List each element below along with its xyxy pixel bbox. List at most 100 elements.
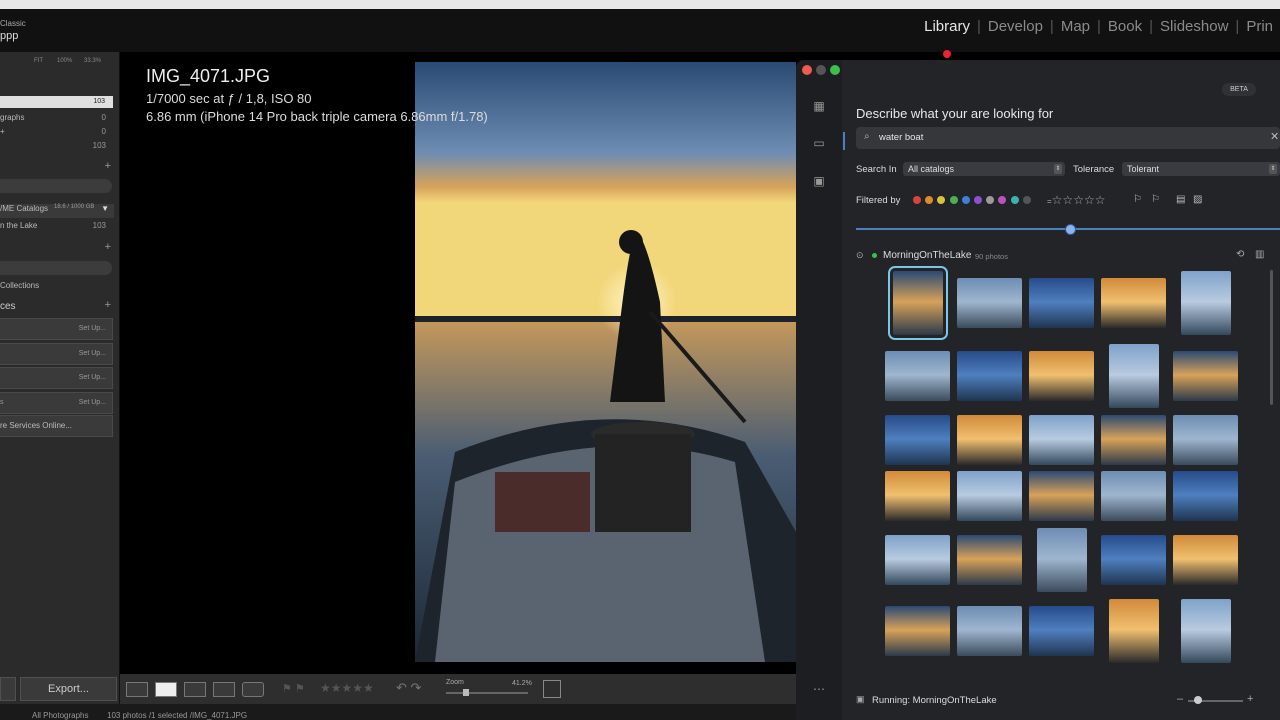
search-input[interactable]: ⌕ water boat ✕ (856, 127, 1280, 149)
result-thumbnail[interactable] (885, 606, 950, 656)
image-search-icon[interactable]: ▣ (812, 174, 826, 188)
filmstrip-source[interactable]: All Photographs (32, 711, 88, 720)
result-thumbnail[interactable] (1173, 471, 1238, 521)
result-thumbnail[interactable] (1101, 535, 1166, 585)
result-thumbnail[interactable] (885, 535, 950, 585)
folder-item[interactable]: n the Lake 103 (0, 221, 114, 230)
module-print[interactable]: Prin (1239, 18, 1280, 35)
image-type-icon[interactable]: ▨ (1193, 194, 1202, 205)
result-thumbnail[interactable] (957, 415, 1022, 465)
catalog-row[interactable]: +0 (0, 127, 114, 136)
folder-volume[interactable]: /ME Catalogs 18.6 / 1000 GB ▼ (0, 204, 114, 218)
zoom-fit[interactable]: FIT (34, 58, 43, 64)
result-thumbnail[interactable] (888, 266, 948, 340)
collapse-icon[interactable]: ⊙ (856, 250, 864, 261)
result-thumbnail[interactable] (957, 278, 1022, 328)
rotate-icons[interactable]: ↶ ↷ (396, 680, 421, 696)
thumb-size-thumb[interactable] (1194, 696, 1202, 704)
result-thumbnail[interactable] (1173, 415, 1238, 465)
rating-filter[interactable]: =☆☆☆☆☆ (1047, 193, 1105, 207)
result-thumbnail[interactable] (1029, 278, 1094, 328)
color-label-dot[interactable] (913, 196, 921, 204)
window-close-button[interactable] (802, 65, 812, 75)
result-thumbnail[interactable] (957, 351, 1022, 401)
result-thumbnail[interactable] (1029, 606, 1094, 656)
result-thumbnail[interactable] (885, 351, 950, 401)
window-zoom-button[interactable] (830, 65, 840, 75)
collection-filter-field[interactable] (0, 261, 112, 275)
collections-item[interactable]: Collections (0, 281, 114, 290)
import-button[interactable] (0, 677, 16, 701)
publish-service-2[interactable]: Set Up... (0, 343, 113, 365)
result-thumbnail[interactable] (1037, 528, 1087, 592)
module-book[interactable]: Book (1101, 18, 1149, 35)
grid-view-icon[interactable] (126, 682, 148, 697)
photo-type-icon[interactable]: ▤ (1176, 194, 1185, 205)
color-label-dot[interactable] (949, 196, 958, 204)
loupe-view-icon[interactable] (155, 682, 177, 697)
catalog-row[interactable]: graphs 0 (0, 113, 114, 122)
flag-filter-icon[interactable]: ⚐ (1133, 194, 1142, 205)
color-label-dot[interactable] (1022, 196, 1031, 204)
color-label-dot[interactable] (1010, 196, 1019, 204)
color-label-dot[interactable] (974, 196, 982, 204)
trash-icon[interactable]: ▥ (1255, 249, 1264, 260)
zoom-100[interactable]: 100% (57, 58, 72, 64)
export-button[interactable]: Export... (20, 677, 117, 701)
result-thumbnail[interactable] (1109, 599, 1159, 663)
thumb-size-plus[interactable]: + (1247, 693, 1253, 705)
result-thumbnail[interactable] (1101, 415, 1166, 465)
window-minimize-button[interactable] (816, 65, 826, 75)
search-in-select[interactable]: All catalogs ⇕ (903, 162, 1065, 176)
crop-icon[interactable] (543, 680, 561, 698)
find-more-services-button[interactable]: re Services Online... (0, 415, 113, 437)
add-publish-service-icon[interactable]: + (105, 299, 111, 311)
folder-filter-field[interactable] (0, 179, 112, 193)
result-thumbnail[interactable] (885, 415, 950, 465)
result-thumbnail[interactable] (957, 471, 1022, 521)
zoom-slider[interactable] (446, 692, 528, 694)
module-map[interactable]: Map (1054, 18, 1097, 35)
module-slideshow[interactable]: Slideshow (1153, 18, 1235, 35)
result-thumbnail[interactable] (1181, 271, 1231, 335)
result-thumbnail[interactable] (957, 535, 1022, 585)
publish-service-3[interactable]: Set Up... (0, 367, 113, 389)
tolerance-select[interactable]: Tolerant ⇕ (1122, 162, 1280, 176)
compare-view-icon[interactable] (184, 682, 206, 697)
result-thumbnail[interactable] (1173, 351, 1238, 401)
publish-service-4[interactable]: s Set Up... (0, 392, 113, 414)
module-develop[interactable]: Develop (981, 18, 1050, 35)
survey-view-icon[interactable] (213, 682, 235, 697)
refresh-icon[interactable]: ⟲ (1236, 249, 1244, 260)
result-thumbnail[interactable] (1173, 535, 1238, 585)
more-icon[interactable]: ⋯ (812, 682, 826, 696)
color-label-dot[interactable] (961, 196, 970, 204)
module-library[interactable]: Library (917, 18, 977, 35)
result-thumbnail[interactable] (1181, 599, 1231, 663)
zoom-slider-thumb[interactable] (463, 689, 469, 696)
chat-icon[interactable]: ▭ (812, 136, 826, 150)
loupe-photo[interactable] (415, 62, 796, 662)
similarity-slider-thumb[interactable] (1065, 224, 1076, 235)
thumb-size-minus[interactable]: – (1177, 693, 1183, 705)
result-thumbnail[interactable] (1101, 471, 1166, 521)
publish-service-1[interactable]: Set Up... (0, 318, 113, 340)
people-view-icon[interactable] (242, 682, 264, 697)
results-scrollbar[interactable] (1270, 270, 1273, 405)
add-folder-icon[interactable]: + (105, 160, 111, 172)
result-thumbnail[interactable] (1029, 415, 1094, 465)
catalog-selected-row[interactable]: 103 (0, 96, 113, 108)
result-thumbnail[interactable] (1029, 471, 1094, 521)
result-thumbnail[interactable] (1109, 344, 1159, 408)
rating-stars[interactable]: ★★★★★ (320, 681, 374, 695)
flag-icons[interactable]: ⚑ ⚑ (282, 682, 305, 695)
unflag-filter-icon[interactable]: ⚐ (1151, 194, 1160, 205)
clear-search-icon[interactable]: ✕ (1270, 130, 1279, 143)
zoom-33[interactable]: 33.3% (84, 58, 101, 64)
result-thumbnail[interactable] (1029, 351, 1094, 401)
result-thumbnail[interactable] (885, 471, 950, 521)
add-collection-icon[interactable]: + (105, 241, 111, 253)
result-thumbnail[interactable] (1101, 278, 1166, 328)
result-thumbnail[interactable] (957, 606, 1022, 656)
grid-icon[interactable]: ▦ (812, 99, 826, 113)
